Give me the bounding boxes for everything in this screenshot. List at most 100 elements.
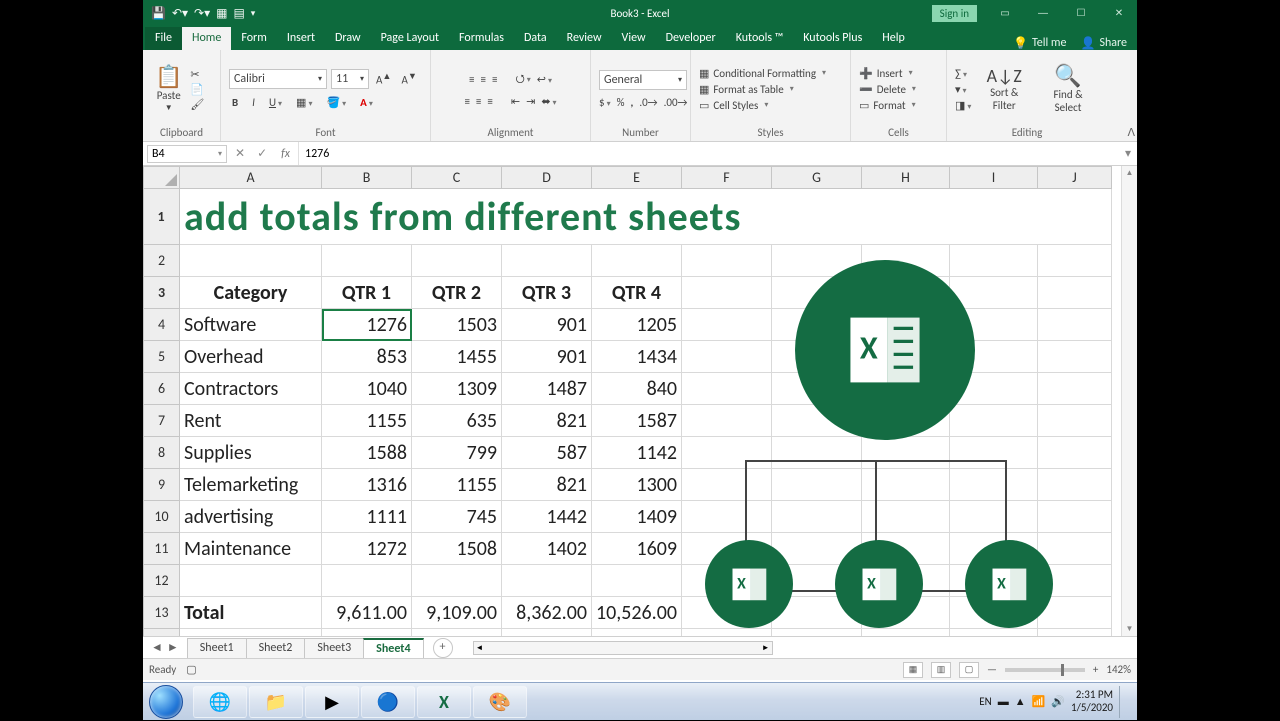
cell[interactable]: [682, 597, 772, 629]
macro-record-icon[interactable]: ▢: [186, 663, 196, 676]
taskbar-ie-icon[interactable]: 🌐: [193, 686, 247, 718]
cell[interactable]: [1038, 405, 1112, 437]
cell[interactable]: [772, 277, 862, 309]
shrink-font-icon[interactable]: A▼: [398, 70, 419, 88]
fill-color-button[interactable]: 🪣: [323, 95, 349, 110]
cancel-formula-icon[interactable]: ✕: [229, 146, 251, 161]
cell[interactable]: [950, 565, 1038, 597]
worksheet-grid[interactable]: ABCDEFGHIJ1add totals from different she…: [143, 166, 1137, 636]
cell[interactable]: [862, 405, 950, 437]
cell[interactable]: [950, 245, 1038, 277]
qat-icon-2[interactable]: ▤: [233, 6, 244, 20]
cell[interactable]: [592, 629, 682, 637]
minimize-button[interactable]: —: [1025, 0, 1061, 26]
decrease-decimal-icon[interactable]: .00→: [664, 96, 688, 109]
underline-button[interactable]: U: [266, 95, 285, 110]
cell[interactable]: [862, 565, 950, 597]
cell[interactable]: [682, 437, 772, 469]
column-header[interactable]: I: [950, 167, 1038, 189]
sort-filter-button[interactable]: A↓ZSort & Filter: [975, 65, 1033, 114]
tray-volume-icon[interactable]: 🔊: [1051, 695, 1065, 708]
taskbar-excel-icon[interactable]: X: [417, 686, 471, 718]
tab-insert[interactable]: Insert: [277, 27, 325, 50]
tab-view[interactable]: View: [612, 27, 656, 50]
cell[interactable]: [772, 565, 862, 597]
border-button[interactable]: ▦: [293, 95, 315, 110]
cell[interactable]: [1038, 245, 1112, 277]
cell[interactable]: [772, 469, 862, 501]
tab-developer[interactable]: Developer: [656, 27, 726, 50]
cell[interactable]: 821: [502, 405, 592, 437]
cell[interactable]: [1038, 629, 1112, 637]
cell[interactable]: [862, 245, 950, 277]
cell[interactable]: [950, 309, 1038, 341]
cut-icon[interactable]: ✂: [190, 68, 204, 81]
tab-kutools-[interactable]: Kutools ™: [726, 27, 794, 50]
tray-flag-icon[interactable]: ▬: [998, 695, 1009, 708]
cell[interactable]: 1442: [502, 501, 592, 533]
cell[interactable]: [682, 341, 772, 373]
undo-icon[interactable]: ↶▾: [172, 6, 188, 20]
autosum-icon[interactable]: ∑: [955, 67, 971, 80]
row-header[interactable]: 7: [144, 405, 180, 437]
cell[interactable]: [772, 309, 862, 341]
tray-network-icon[interactable]: 📶: [1032, 695, 1046, 708]
cell[interactable]: 1588: [322, 437, 412, 469]
cell[interactable]: Total: [180, 597, 322, 629]
cell[interactable]: 1155: [412, 469, 502, 501]
column-header[interactable]: G: [772, 167, 862, 189]
font-name-select[interactable]: Calibri▾: [229, 69, 327, 89]
cell[interactable]: [682, 533, 772, 565]
fill-icon[interactable]: ▾: [955, 83, 971, 96]
fx-icon[interactable]: fx: [273, 147, 298, 161]
grow-font-icon[interactable]: A▲: [373, 70, 394, 88]
cell[interactable]: 10,526.00: [592, 597, 682, 629]
row-header[interactable]: 6: [144, 373, 180, 405]
zoom-in-icon[interactable]: +: [1093, 663, 1098, 676]
cell[interactable]: add totals from different sheets: [180, 189, 1112, 245]
cell[interactable]: [1038, 533, 1112, 565]
cell[interactable]: [682, 373, 772, 405]
cell[interactable]: 901: [502, 309, 592, 341]
tab-page-layout[interactable]: Page Layout: [371, 27, 449, 50]
italic-button[interactable]: I: [249, 95, 258, 110]
cell[interactable]: Contractors: [180, 373, 322, 405]
cell[interactable]: Software: [180, 309, 322, 341]
cell[interactable]: [862, 437, 950, 469]
cell[interactable]: [950, 533, 1038, 565]
tray-up-icon[interactable]: ▲: [1015, 695, 1026, 708]
cell[interactable]: 1272: [322, 533, 412, 565]
cell[interactable]: [862, 597, 950, 629]
bold-button[interactable]: B: [229, 95, 241, 110]
tell-me[interactable]: 💡Tell me: [1013, 36, 1066, 50]
taskbar-paint-icon[interactable]: 🎨: [473, 686, 527, 718]
cell[interactable]: 635: [412, 405, 502, 437]
cell[interactable]: [950, 501, 1038, 533]
cell[interactable]: 1409: [592, 501, 682, 533]
conditional-formatting-button[interactable]: ▦Conditional Formatting: [699, 67, 826, 80]
cell[interactable]: [772, 405, 862, 437]
sheet-tab-sheet4[interactable]: Sheet4: [363, 638, 423, 658]
row-header[interactable]: 14: [144, 629, 180, 637]
cell[interactable]: [322, 629, 412, 637]
cell[interactable]: [682, 469, 772, 501]
cell[interactable]: [1038, 565, 1112, 597]
cell[interactable]: [950, 341, 1038, 373]
cell[interactable]: QTR 2: [412, 277, 502, 309]
number-format-select[interactable]: General▾: [599, 70, 687, 90]
cell[interactable]: [772, 437, 862, 469]
cell[interactable]: 1111: [322, 501, 412, 533]
cell[interactable]: [950, 437, 1038, 469]
collapse-ribbon-icon[interactable]: ᐱ: [1127, 126, 1135, 139]
cell[interactable]: [502, 629, 592, 637]
zoom-level[interactable]: 142%: [1106, 663, 1131, 676]
cell[interactable]: 821: [502, 469, 592, 501]
tab-help[interactable]: Help: [872, 27, 915, 50]
cell[interactable]: 9,611.00: [322, 597, 412, 629]
tab-review[interactable]: Review: [557, 27, 612, 50]
cell[interactable]: QTR 1: [322, 277, 412, 309]
insert-cells-button[interactable]: ➕Insert: [859, 67, 913, 80]
find-select-button[interactable]: 🔍Find & Select: [1037, 63, 1099, 116]
cell[interactable]: [682, 245, 772, 277]
cell[interactable]: 1142: [592, 437, 682, 469]
